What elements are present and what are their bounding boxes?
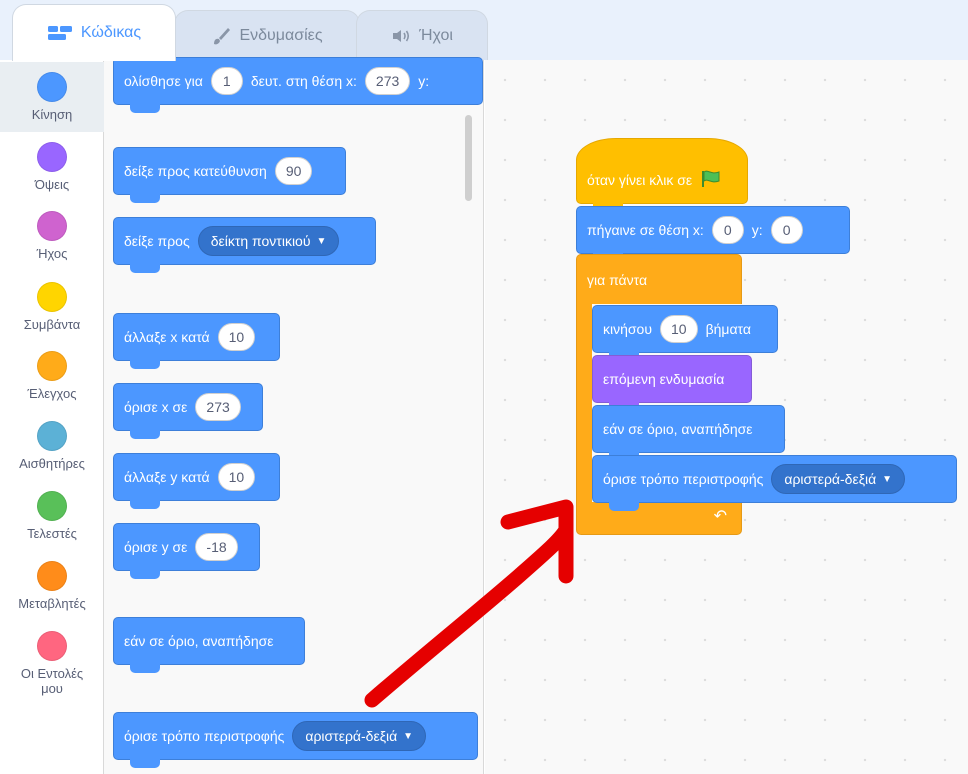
dropdown-value: αριστερά-δεξιά: [784, 471, 877, 487]
forever-block-arm: [576, 303, 592, 503]
rotation-style-dropdown[interactable]: αριστερά-δεξιά ▼: [292, 721, 427, 751]
category-events[interactable]: Συμβάντα: [0, 272, 104, 342]
move-steps-input[interactable]: 10: [659, 315, 698, 343]
palette-set-y-block[interactable]: όρισε y σε -18: [113, 523, 260, 579]
motion-category-dot-icon: [37, 72, 67, 102]
set-y-input[interactable]: -18: [195, 533, 238, 561]
script-bounce-block[interactable]: εάν σε όριο, αναπήδησε: [592, 405, 785, 461]
goto-x-input[interactable]: 0: [711, 216, 744, 244]
block-text: y:: [751, 222, 763, 238]
forever-block-bottom[interactable]: ↶: [576, 502, 742, 535]
palette-change-y-block[interactable]: άλλαξε y κατά 10: [113, 453, 280, 509]
green-flag-icon: [700, 169, 722, 192]
category-sound[interactable]: Ήχος: [0, 201, 104, 271]
category-label: Έλεγχος: [27, 386, 77, 401]
category-label: Τελεστές: [27, 526, 77, 541]
speaker-icon: [391, 28, 411, 44]
block-text: δείξε προς κατεύθυνση: [124, 163, 267, 179]
category-motion[interactable]: Κίνηση: [0, 62, 104, 132]
category-sensing[interactable]: Αισθητήρες: [0, 411, 104, 481]
palette-glide-block[interactable]: ολίσθησε για 1 δευτ. στη θέση x: 273 y:: [113, 57, 483, 113]
palette-rotation-style-block[interactable]: όρισε τρόπο περιστροφής αριστερά-δεξιά ▼: [113, 712, 478, 768]
palette-point-towards-block[interactable]: δείξε προς δείκτη ποντικιού ▼: [113, 217, 376, 273]
category-label: Όψεις: [34, 177, 70, 192]
caret-down-icon: ▼: [316, 235, 327, 247]
sensing-category-dot-icon: [37, 421, 67, 451]
category-control[interactable]: Έλεγχος: [0, 341, 104, 411]
looks-category-dot-icon: [37, 142, 67, 172]
category-label: Συμβάντα: [23, 317, 81, 332]
editor-tab-bar: Κώδικας Ενδυμασίες Ήχοι: [0, 0, 968, 61]
block-text: όρισε y σε: [124, 539, 188, 555]
block-text: άλλαξε y κατά: [124, 469, 210, 485]
loop-arrow-icon: ↶: [713, 508, 727, 525]
block-text: όταν γίνει κλικ σε: [587, 172, 693, 188]
dropdown-value: αριστερά-δεξιά: [305, 728, 398, 744]
block-text: εάν σε όριο, αναπήδησε: [124, 633, 274, 649]
block-text: όρισε τρόπο περιστροφής: [124, 728, 285, 744]
caret-down-icon: ▼: [403, 730, 414, 742]
events-category-dot-icon: [37, 282, 67, 312]
dropdown-value: δείκτη ποντικιού: [210, 233, 311, 249]
tab-costumes[interactable]: Ενδυμασίες: [174, 10, 360, 60]
block-text: δευτ. στη θέση x:: [250, 73, 357, 89]
script-when-flag-clicked-block[interactable]: όταν γίνει κλικ σε: [576, 138, 748, 212]
tab-costumes-label: Ενδυμασίες: [239, 26, 323, 44]
code-icon: [47, 25, 73, 41]
script-next-costume-block[interactable]: επόμενη ενδυμασία: [592, 355, 752, 411]
palette-scrollbar[interactable]: [465, 115, 472, 201]
category-label: Μεταβλητές: [18, 596, 86, 611]
block-text: όρισε x σε: [124, 399, 188, 415]
category-operators[interactable]: Τελεστές: [0, 481, 104, 551]
direction-input[interactable]: 90: [274, 157, 313, 185]
point-towards-dropdown[interactable]: δείκτη ποντικιού ▼: [197, 226, 340, 256]
block-text: ολίσθησε για: [124, 73, 203, 89]
palette-set-x-block[interactable]: όρισε x σε 273: [113, 383, 263, 439]
category-label: Οι Εντολές μου: [20, 666, 84, 696]
category-label: Κίνηση: [31, 107, 73, 122]
script-rotation-style-block[interactable]: όρισε τρόπο περιστροφής αριστερά-δεξιά ▼: [592, 455, 957, 511]
block-text: βήματα: [705, 321, 751, 337]
block-text: επόμενη ενδυμασία: [603, 371, 725, 387]
category-variables[interactable]: Μεταβλητές: [0, 551, 104, 621]
block-categories: Κίνηση Όψεις Ήχος Συμβάντα Έλεγχος Αισθη…: [0, 60, 104, 774]
block-text: όρισε τρόπο περιστροφής: [603, 471, 764, 487]
change-y-input[interactable]: 10: [217, 463, 256, 491]
script-rotation-style-dropdown[interactable]: αριστερά-δεξιά ▼: [771, 464, 906, 494]
block-text: άλλαξε x κατά: [124, 329, 210, 345]
tab-sounds[interactable]: Ήχοι: [356, 10, 488, 60]
paintbrush-icon: [211, 26, 231, 46]
script-move-steps-block[interactable]: κινήσου 10 βήματα: [592, 305, 778, 361]
script-forever-block[interactable]: για πάντα: [576, 254, 742, 304]
block-text: για πάντα: [587, 271, 648, 288]
change-x-input[interactable]: 10: [217, 323, 256, 351]
operators-category-dot-icon: [37, 491, 67, 521]
block-text: y:: [418, 73, 430, 89]
tab-code-label: Κώδικας: [80, 24, 142, 41]
set-x-input[interactable]: 273: [195, 393, 241, 421]
my-blocks-category-dot-icon: [37, 631, 67, 661]
script-goto-xy-block[interactable]: πήγαινε σε θέση x: 0 y: 0: [576, 206, 850, 262]
goto-y-input[interactable]: 0: [770, 216, 803, 244]
category-looks[interactable]: Όψεις: [0, 132, 104, 202]
variables-category-dot-icon: [37, 561, 67, 591]
caret-down-icon: ▼: [882, 473, 893, 485]
palette-point-direction-block[interactable]: δείξε προς κατεύθυνση 90: [113, 147, 346, 203]
sound-category-dot-icon: [37, 211, 67, 241]
category-label: Ήχος: [36, 246, 68, 261]
block-text: δείξε προς: [124, 233, 190, 249]
palette-bounce-block[interactable]: εάν σε όριο, αναπήδησε: [113, 617, 305, 673]
block-text: πήγαινε σε θέση x:: [587, 222, 704, 238]
tab-code[interactable]: Κώδικας: [12, 4, 176, 61]
control-category-dot-icon: [37, 351, 67, 381]
block-text: κινήσου: [603, 321, 652, 337]
category-label: Αισθητήρες: [19, 456, 85, 471]
glide-x-input[interactable]: 273: [364, 67, 411, 95]
category-my-blocks[interactable]: Οι Εντολές μου: [0, 621, 104, 711]
tab-sounds-label: Ήχοι: [419, 26, 453, 44]
glide-seconds-input[interactable]: 1: [210, 67, 243, 95]
block-text: εάν σε όριο, αναπήδησε: [603, 421, 753, 437]
palette-change-x-block[interactable]: άλλαξε x κατά 10: [113, 313, 280, 369]
